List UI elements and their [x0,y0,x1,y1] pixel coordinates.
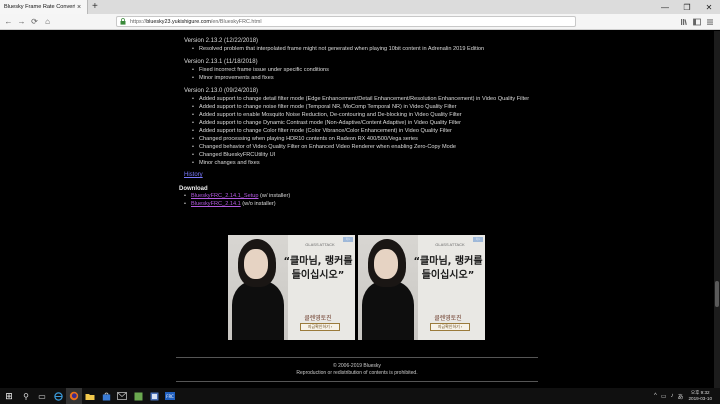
footer: © 2006-2019 Bluesky Reproduction or redi… [176,363,538,377]
history-link[interactable]: History [184,172,203,178]
new-tab-button[interactable]: + [92,1,98,13]
address-bar[interactable]: https://bluesky23.yukishigure.com/en/Blu… [116,16,576,27]
ad-headline: “클마님, 랭커를 들이십시오” [413,256,483,281]
ad-photo [228,235,288,340]
advertisement-banner[interactable]: GLASS ATTACK i ▷ “클마님, 랭커를 들이십시오” 클렌영토진 … [358,235,485,340]
download-item: BlueskyFRC_2.14.1_Setup (w/ installer) [184,192,544,200]
ad-info-icon[interactable]: i ▷ [473,237,483,242]
change-item: Changed behavior of Video Quality Filter… [192,143,544,151]
change-item: Added support to change Dynamic Contrast… [192,119,544,127]
ie-icon[interactable] [50,388,66,404]
download-setup-link[interactable]: BlueskyFRC_2.14.1_Setup [191,193,258,199]
change-item: Resolved problem that interpolated frame… [192,45,544,53]
footer-divider [176,357,538,358]
tab-close-icon[interactable]: × [75,4,83,11]
ad-headline: “클마님, 랭커를 들이십시오” [283,256,353,281]
ad-brand: GLASS ATTACK [435,242,465,247]
mail-icon[interactable] [114,388,130,404]
back-icon[interactable]: ← [2,15,15,29]
navigation-bar: ← → ⟳ ⌂ https://bluesky23.yukishigure.co… [0,14,720,30]
tab-title: Bluesky Frame Rate Converter [4,4,75,10]
system-tray: ^ ▭ ♪ あ 오후 9:32 2019-03-10 [650,388,718,404]
app-icon[interactable] [130,388,146,404]
download-zip-link[interactable]: BlueskyFRC_2.14.1 [191,201,241,207]
network-icon[interactable]: ▭ [661,393,667,400]
scrollbar-thumb[interactable] [715,281,719,307]
change-item: Fixed incorrect frame issue under specif… [192,66,544,74]
svg-text:FRC: FRC [166,394,174,399]
change-item: Minor improvements and fixes [192,74,544,82]
version-block: Version 2.13.0 (09/24/2018) Added suppor… [184,87,544,167]
tray-overflow-icon[interactable]: ^ [654,393,657,399]
version-block: Version 2.13.2 (12/22/2018) Resolved pro… [184,37,544,53]
window-controls: — ❐ ✕ [654,0,720,14]
search-icon[interactable]: ⚲ [18,388,34,404]
maximize-button[interactable]: ❐ [676,0,698,14]
ad-cta-button[interactable]: 지금확인하기 › [300,323,340,331]
version-header: Version 2.13.1 (11/18/2018) [184,59,258,65]
version-header: Version 2.13.2 (12/22/2018) [184,38,259,44]
url-text: https://bluesky23.yukishigure.com/en/Blu… [130,18,262,25]
ad-photo [358,235,418,340]
ad-brand: GLASS ATTACK [305,242,335,247]
ad-info-icon[interactable]: i ▷ [343,237,353,242]
reload-icon[interactable]: ⟳ [28,15,41,29]
notice-text: Reproduction or redistribution of conten… [296,370,418,376]
change-item: Added support to change detail filter mo… [192,95,544,103]
firefox-icon[interactable] [66,388,82,404]
ad-cta-button[interactable]: 지금확인하기 › [430,323,470,331]
minimize-button[interactable]: — [654,0,676,14]
download-item: BlueskyFRC_2.14.1 (w/o installer) [184,200,544,208]
menu-icon[interactable] [703,15,716,29]
clock[interactable]: 오후 9:32 2019-03-10 [689,390,713,402]
browser-tab[interactable]: Bluesky Frame Rate Converter × [0,0,88,14]
windows-start-icon[interactable]: ⊞ [0,388,18,404]
advertisement-banner[interactable]: GLASS ATTACK i ▷ “클마님, 랭커를 들이십시오” 클렌영토진 … [228,235,355,340]
footer-divider [176,381,538,382]
change-item: Added support to enable Mosquito Noise R… [192,111,544,119]
task-view-icon[interactable]: ▭ [34,388,50,404]
forward-icon[interactable]: → [15,15,28,29]
bluesky-frc-icon[interactable]: FRC [162,388,178,404]
tab-bar: Bluesky Frame Rate Converter × + — ❐ ✕ [0,0,720,14]
store-icon[interactable] [98,388,114,404]
web-page: Version 2.13.2 (12/22/2018) Resolved pro… [0,31,714,388]
ime-icon[interactable]: あ [677,392,683,401]
version-block: Version 2.13.1 (11/18/2018) Fixed incorr… [184,58,544,82]
copyright-text: © 2006-2019 Bluesky [333,363,381,369]
close-window-button[interactable]: ✕ [698,0,720,14]
toolbar-right [677,15,716,29]
change-item: Added support to change noise filter mod… [192,103,544,111]
change-item: Minor changes and fixes [192,159,544,167]
change-item: Changed BlueskyFRCUtility UI [192,151,544,159]
changelog: Version 2.13.2 (12/22/2018) Resolved pro… [179,31,544,208]
page-scrollbar[interactable] [714,31,720,388]
version-header: Version 2.13.0 (09/24/2018) [184,88,259,94]
home-icon[interactable]: ⌂ [41,15,54,29]
file-explorer-icon[interactable] [82,388,98,404]
lock-icon [120,18,126,25]
volume-icon[interactable]: ♪ [670,393,673,399]
change-item: Added support to change Color filter mod… [192,127,544,135]
taskbar: ⊞ ⚲ ▭ FRC ^ ▭ ♪ あ 오후 9:32 2019-03-10 [0,388,720,404]
sidebar-icon[interactable] [690,15,703,29]
library-icon[interactable] [677,15,690,29]
app-icon[interactable] [146,388,162,404]
change-item: Changed processing when playing HDR10 co… [192,135,544,143]
